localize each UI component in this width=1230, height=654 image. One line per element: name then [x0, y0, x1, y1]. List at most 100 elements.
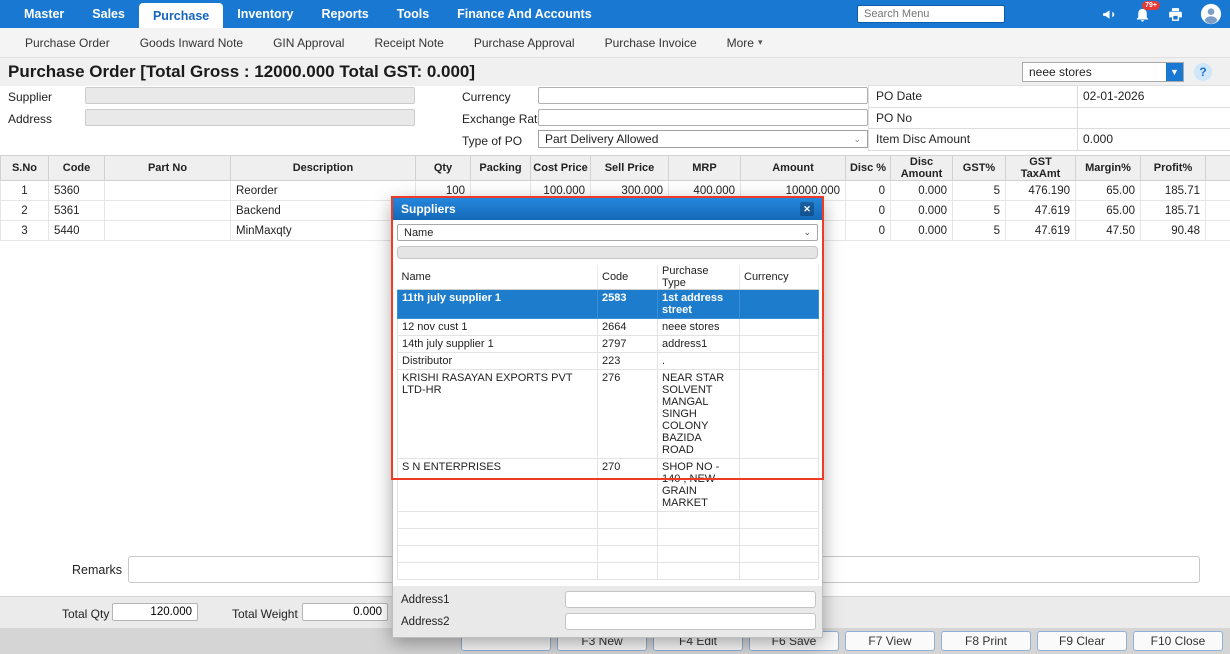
address-label: Address [8, 112, 52, 126]
close-icon[interactable]: ✕ [800, 202, 814, 216]
item-disc-amount-row: Item Disc Amount 0.000 [869, 129, 1230, 151]
col-gst-pct: GST% [953, 156, 1006, 181]
top-navbar: Master Sales Purchase Inventory Reports … [0, 0, 1230, 28]
total-qty-field[interactable] [112, 603, 198, 621]
page-title: Purchase Order [Total Gross : 12000.000 … [8, 62, 475, 82]
address2-label: Address2 [399, 616, 565, 628]
user-avatar[interactable] [1200, 3, 1222, 25]
supplier-row[interactable]: KRISHI RASAYAN EXPORTS PVT LTD-HR276 NEA… [398, 370, 819, 459]
exchange-rate-field[interactable] [538, 109, 868, 126]
nav-tools[interactable]: Tools [383, 0, 443, 28]
chevron-down-icon: ⌄ [803, 227, 811, 238]
print-icon[interactable] [1167, 6, 1184, 23]
address-field[interactable] [85, 109, 415, 126]
suppliers-modal: Suppliers ✕ Name ⌄ Name Code Purchase Ty… [392, 197, 823, 638]
nav-purchase[interactable]: Purchase [139, 3, 223, 28]
store-selector[interactable]: neee stores ▼ [1022, 62, 1184, 82]
f7-view-button[interactable]: F7 View [845, 631, 935, 651]
subnav-purchase-order[interactable]: Purchase Order [10, 36, 125, 50]
col-part-no: Part No [105, 156, 231, 181]
page-header: Purchase Order [Total Gross : 12000.000 … [0, 58, 1230, 86]
supplier-filter-value: Name [404, 227, 433, 239]
type-of-po-select[interactable]: Part Delivery Allowed ⌄ [538, 130, 868, 148]
supplier-row[interactable]: 12 nov cust 12664 neee stores [398, 319, 819, 336]
remarks-label: Remarks [60, 563, 122, 577]
supplier-row[interactable]: S N ENTERPRISES270 SHOP NO - 140 , NEW G… [398, 459, 819, 512]
supplier-row-selected[interactable]: 11th july supplier 12583 1st address str… [398, 290, 819, 319]
total-weight-field[interactable] [302, 603, 388, 621]
col-packing: Packing [471, 156, 531, 181]
po-date-row: PO Date 02-01-2026 [869, 86, 1230, 108]
exchange-rate-label: Exchange Rate [462, 112, 544, 126]
col-gst-taxamt: GST TaxAmt [1006, 156, 1076, 181]
col-description: Description [231, 156, 416, 181]
address2-field[interactable] [565, 613, 816, 630]
col-margin-pct: Margin% [1076, 156, 1141, 181]
purchase-order-screen: Master Sales Purchase Inventory Reports … [0, 0, 1230, 654]
suppliers-modal-titlebar: Suppliers ✕ [393, 198, 822, 220]
suppliers-modal-title: Suppliers [401, 202, 456, 216]
po-date-label: PO Date [869, 89, 1077, 103]
total-weight-label: Total Weight [232, 607, 298, 621]
supplier-row-empty [398, 546, 819, 563]
supplier-search-input[interactable] [397, 246, 818, 259]
col-qty: Qty [416, 156, 471, 181]
supplier-row-empty [398, 529, 819, 546]
col-amount: Amount [741, 156, 846, 181]
nav-sales[interactable]: Sales [78, 0, 139, 28]
supplier-row[interactable]: 14th july supplier 12797 address1 [398, 336, 819, 353]
items-header-row: S.No Code Part No Description Qty Packin… [1, 156, 1230, 181]
po-no-label: PO No [869, 111, 1077, 125]
supplier-field[interactable] [85, 87, 415, 104]
currency-field[interactable] [538, 87, 868, 104]
supplier-row-empty [398, 563, 819, 580]
notification-badge: 79+ [1142, 1, 1160, 10]
col-profit-pct: Profit% [1141, 156, 1206, 181]
col-disc-pct: Disc % [846, 156, 891, 181]
type-of-po-label: Type of PO [462, 134, 522, 148]
po-no-row: PO No [869, 108, 1230, 130]
col-extra [1206, 156, 1230, 181]
chevron-down-icon: ⌄ [853, 134, 861, 145]
f9-clear-button[interactable]: F9 Clear [1037, 631, 1127, 651]
item-disc-amount-value[interactable]: 0.000 [1077, 129, 1230, 150]
nav-finance-and-accounts[interactable]: Finance And Accounts [443, 0, 606, 28]
supplier-row[interactable]: Distributor223 . [398, 353, 819, 370]
f8-print-button[interactable]: F8 Print [941, 631, 1031, 651]
col-currency: Currency [740, 265, 819, 290]
subnav-receipt-note[interactable]: Receipt Note [359, 36, 458, 50]
chevron-down-icon[interactable]: ▼ [1166, 63, 1183, 81]
col-sno: S.No [1, 156, 49, 181]
address1-label: Address1 [399, 594, 565, 606]
suppliers-table: Name Code Purchase Type Currency 11th ju… [397, 265, 819, 580]
col-purchase-type: Purchase Type [658, 265, 740, 290]
help-icon[interactable]: ? [1194, 63, 1212, 81]
currency-label: Currency [462, 90, 511, 104]
supplier-row-empty [398, 512, 819, 529]
nav-inventory[interactable]: Inventory [223, 0, 307, 28]
suppliers-modal-body: Name ⌄ Name Code Purchase Type Currency … [393, 220, 822, 637]
suppliers-header-row: Name Code Purchase Type Currency [398, 265, 819, 290]
notifications-bell-icon[interactable]: 79+ [1134, 6, 1151, 23]
subnav-more[interactable]: More ▾ [712, 36, 778, 50]
announcement-icon[interactable] [1101, 6, 1118, 23]
subnav-goods-inward-note[interactable]: Goods Inward Note [125, 36, 258, 50]
col-disc-amount: Disc Amount [891, 156, 953, 181]
type-of-po-value: Part Delivery Allowed [545, 132, 658, 146]
supplier-filter-select[interactable]: Name ⌄ [397, 224, 818, 241]
po-no-value[interactable] [1077, 108, 1230, 129]
item-disc-amount-label: Item Disc Amount [869, 132, 1077, 146]
nav-master[interactable]: Master [10, 0, 78, 28]
subnav-purchase-approval[interactable]: Purchase Approval [459, 36, 590, 50]
col-sell-price: Sell Price [591, 156, 669, 181]
address1-field[interactable] [565, 591, 816, 608]
f10-close-button[interactable]: F10 Close [1133, 631, 1223, 651]
total-qty-label: Total Qty [62, 607, 109, 621]
po-date-value[interactable]: 02-01-2026 [1077, 86, 1230, 107]
subnav-gin-approval[interactable]: GIN Approval [258, 36, 359, 50]
col-supplier-code: Code [598, 265, 658, 290]
subnav-purchase-invoice[interactable]: Purchase Invoice [590, 36, 712, 50]
nav-reports[interactable]: Reports [308, 0, 383, 28]
col-cost-price: Cost Price [531, 156, 591, 181]
search-input[interactable] [857, 5, 1005, 23]
